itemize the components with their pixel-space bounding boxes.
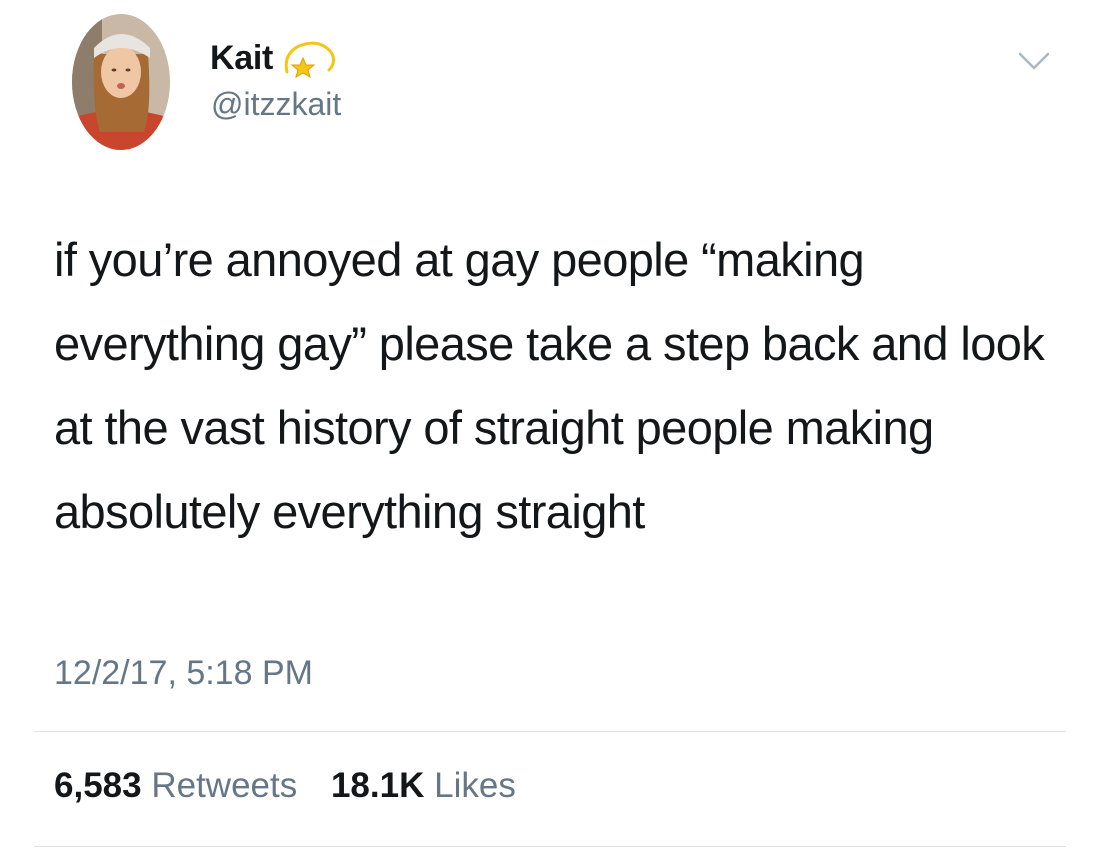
retweets-count: 6,583: [54, 766, 142, 805]
likes-label: Likes: [434, 766, 516, 805]
divider: [34, 846, 1066, 847]
likes-stat[interactable]: 18.1K Likes: [331, 766, 516, 806]
dizzy-star-icon: [279, 36, 337, 80]
tweet-text: if you’re annoyed at gay people “making …: [54, 233, 1045, 538]
profile-photo-icon: [72, 14, 170, 150]
tweet-stats: 6,583 Retweets 18.1K Likes: [54, 766, 516, 806]
likes-count: 18.1K: [330, 766, 425, 805]
chevron-down-icon[interactable]: [1016, 50, 1052, 74]
tweet: Kait @itzzkait if you’re annoyed at gay …: [0, 0, 1100, 850]
tweet-timestamp[interactable]: 12/2/17, 5:18 PM: [54, 654, 313, 693]
retweets-stat[interactable]: 6,583 Retweets: [54, 766, 297, 806]
user-handle[interactable]: @itzzkait: [211, 86, 341, 123]
avatar[interactable]: [72, 14, 170, 150]
display-name-row: Kait: [210, 36, 337, 80]
retweets-label: Retweets: [151, 766, 298, 805]
divider: [34, 731, 1066, 732]
display-name[interactable]: Kait: [210, 39, 273, 78]
